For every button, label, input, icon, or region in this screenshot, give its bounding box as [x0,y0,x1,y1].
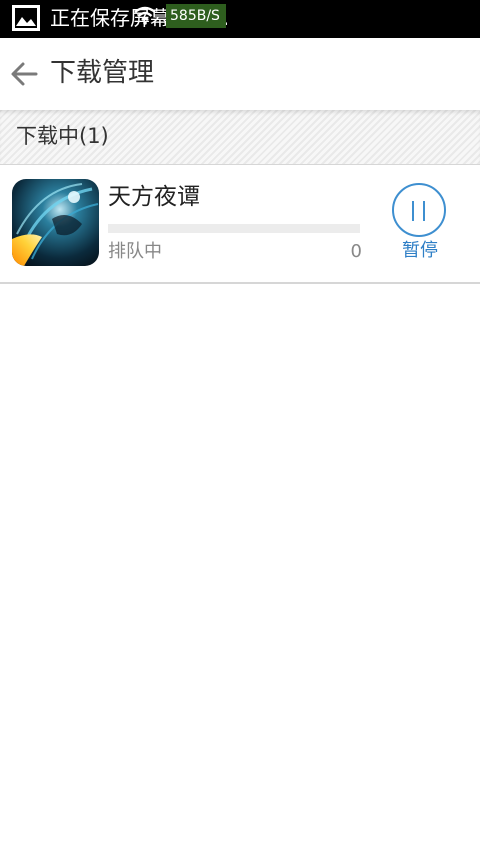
download-size: 0 [350,241,362,262]
section-title: 下载中(1) [16,124,109,148]
status-bar: 正在保存屏幕截图... 585B/S [0,0,480,38]
network-speed: 585B/S [166,4,226,28]
app-name: 天方夜谭 [108,184,200,210]
page-title: 下载管理 [50,58,155,88]
pause-label: 暂停 [402,240,438,261]
pause-icon [392,183,446,237]
back-arrow-icon[interactable] [10,60,38,88]
wifi-icon [134,6,156,25]
title-bar: 下载管理 [0,38,480,111]
image-icon [12,5,40,31]
download-status: 排队中 [108,241,162,262]
download-item[interactable]: 天方夜谭 排队中 0 暂停 [0,165,480,284]
section-header-downloading: 下载中(1) [0,110,480,165]
download-progress-bar [108,224,360,233]
pause-button[interactable]: 暂停 [392,183,446,263]
app-icon [12,179,99,266]
